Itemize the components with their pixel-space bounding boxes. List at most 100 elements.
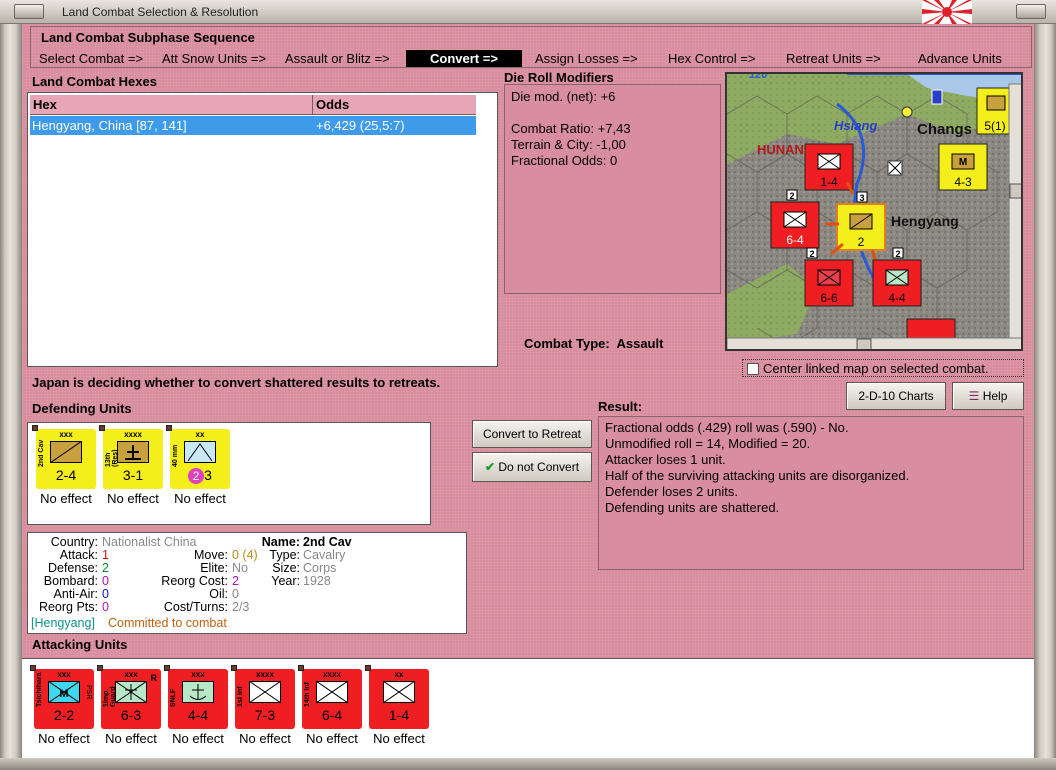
subphase-title: Land Combat Subphase Sequence [41,30,255,45]
result-line: Fractional odds (.429) roll was (.590) -… [605,420,849,435]
hex-cell: Hengyang, China [87, 141] [32,118,187,133]
modifier-line: Combat Ratio: +7,43 [511,121,631,136]
map-label-hengyang: Hengyang [891,213,959,229]
window-bottom-border [0,758,1056,770]
land-combat-panel: Land Combat Subphase Sequence Select Com… [22,24,1034,758]
die-roll-modifiers: Die mod. (net): +6 Combat Ratio: +7,43 T… [504,84,721,294]
map-label-hsiang: Hsiang [834,118,877,133]
map-label-120: 120 [749,74,768,81]
center-linked-label: Center linked map on selected combat. [763,361,989,376]
unit-counter[interactable]: xx 1-4 [365,665,429,729]
hex-table[interactable]: Hex Odds Hengyang, China [87, 141] +6,42… [27,92,498,367]
unit-result: No effect [239,731,291,746]
result-panel: Fractional odds (.429) roll was (.590) -… [598,416,1024,570]
unit-result: No effect [40,491,92,506]
phase-advance-units: Advance Units [918,51,1002,66]
svg-text:4-4: 4-4 [888,291,906,305]
unit-counter[interactable]: xxx Tsichihara M PSR 2-2 [30,665,94,729]
svg-text:2: 2 [858,235,865,249]
column-hex[interactable]: Hex [33,97,57,112]
aa-badge: 2 [188,468,205,484]
info-reorg-pts: 0 [102,600,109,614]
combat-type-value: Assault [616,336,664,351]
unit-result: No effect [105,731,157,746]
linked-map[interactable]: 120 Hsiang HUNAN Changs Hengyang 1-4 M 4… [725,72,1023,351]
help-button[interactable]: ☰ Help [952,382,1024,410]
info-oil: 0 [232,587,239,601]
mechanized-icon: M [48,681,80,703]
do-not-convert-button[interactable]: ✔ Do not Convert [472,452,592,482]
infantry-icon [316,681,348,703]
modifier-line: Fractional Odds: 0 [511,153,618,168]
svg-text:M: M [959,157,967,168]
map-counter[interactable]: 5(1) [976,87,1014,135]
info-defense: 2 [102,561,109,575]
center-linked-map-option[interactable]: Center linked map on selected combat. [742,359,1024,377]
status-message: Japan is deciding whether to convert sha… [32,375,441,390]
result-title: Result: [598,399,643,414]
unit-info-panel: Country: Nationalist China Attack: 1 Def… [27,532,467,634]
unit-counter[interactable]: xxx 1Imp. Guard R 6-3 [97,665,161,729]
map-label-changsha: Changs [917,121,972,138]
unit-result: No effect [38,731,90,746]
svg-text:2: 2 [789,191,794,201]
mountain-infantry-icon [115,681,147,703]
phase-assault-or-blitz: Assault or Blitz => [285,51,390,66]
result-line: Defender loses 2 units. [605,484,738,499]
map-counter[interactable]: 1-4 [804,143,854,191]
defending-title: Defending Units [32,401,132,416]
info-attack: 1 [102,548,109,562]
hq-icon [117,441,149,463]
combat-type: Combat Type: Assault [524,336,663,351]
convert-to-retreat-button[interactable]: Convert to Retreat [472,420,592,448]
info-location: [Hengyang] [31,616,95,630]
svg-text:5(1): 5(1) [984,119,1005,133]
japan-flag-icon [922,0,972,24]
info-reorg-cost: 2 [232,574,239,588]
unit-counter[interactable]: xxxx 14th Inf 6-4 [298,665,362,729]
window-title: Land Combat Selection & Resolution [62,5,259,19]
unit-counter[interactable]: xx 40 mm 23 [166,425,230,489]
unit-result: No effect [107,491,159,506]
charts-button[interactable]: 2-D-10 Charts [846,382,946,410]
info-size: Corps [303,561,337,575]
unit-counter[interactable]: xxxx 1st Inf 7-3 [231,665,295,729]
infantry-icon [383,681,415,703]
result-line: Attacker loses 1 unit. [605,452,726,467]
anti-air-icon [184,441,216,463]
info-name: 2nd Cav [303,535,352,549]
info-elite: No [232,561,248,575]
center-linked-checkbox[interactable] [747,363,759,375]
svg-text:4-3: 4-3 [954,175,972,189]
map-counter[interactable]: M 4-3 [938,143,988,191]
unit-result: No effect [172,731,224,746]
system-menu-button[interactable] [14,4,44,19]
column-odds[interactable]: Odds [316,97,349,112]
marine-icon [182,681,214,703]
unit-counter[interactable]: xxxx 13th (Res) 3-1 [99,425,163,489]
phase-assign-losses: Assign Losses => [535,51,638,66]
table-row[interactable]: Hengyang, China [87, 141] +6,429 (25,5:7… [30,116,476,135]
unit-counter[interactable]: xxx SNLF 4-4 [164,665,228,729]
close-window-button[interactable] [1016,4,1046,19]
map-label-hunan: HUNAN [757,142,804,157]
modifier-line: Terrain & City: -1,00 [511,137,626,152]
svg-text:6-4: 6-4 [786,233,804,247]
phase-hex-control: Hex Control => [668,51,756,66]
cavalry-icon [50,441,82,463]
info-cost-turns: 2/3 [232,600,250,614]
unit-counter[interactable]: xxx 2nd Cav 2-4 [32,425,96,489]
info-type: Cavalry [303,548,346,562]
attacking-title: Attacking Units [32,637,128,652]
phase-att-snow-units: Att Snow Units => [162,51,267,66]
svg-text:M: M [59,688,68,700]
info-status: Committed to combat [108,616,227,630]
modifier-line: Die mod. (net): +6 [511,89,616,104]
svg-text:2: 2 [809,249,814,259]
info-antiair: 0 [102,587,109,601]
info-country: Nationalist China [102,535,197,549]
title-bar[interactable]: Land Combat Selection & Resolution [0,0,1056,24]
svg-text:3: 3 [859,193,864,203]
svg-text:1-4: 1-4 [820,175,838,189]
subphase-sequence: Land Combat Subphase Sequence Select Com… [30,26,1032,68]
